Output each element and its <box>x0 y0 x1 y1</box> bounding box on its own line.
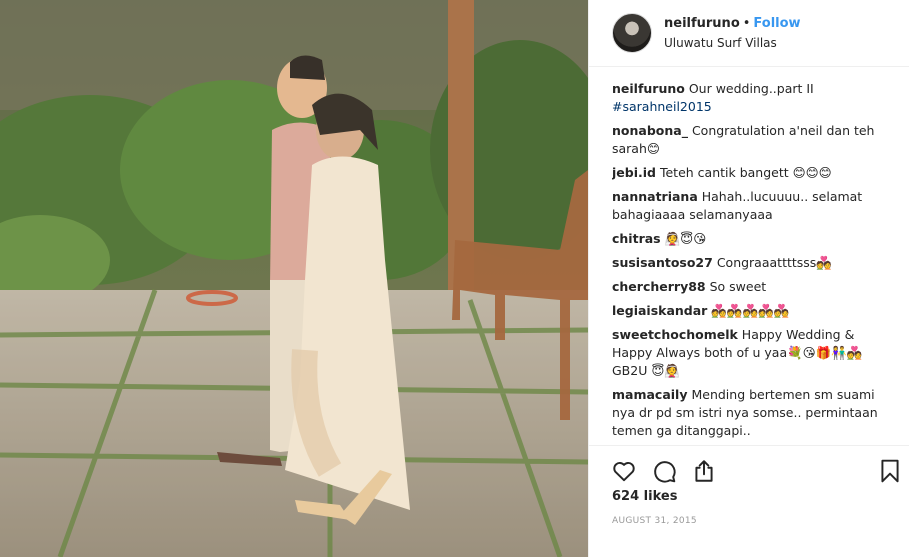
caption-text: Our wedding..part II <box>688 81 814 96</box>
action-bar <box>589 445 909 492</box>
post-photo[interactable] <box>0 0 588 557</box>
comment-username[interactable]: chitras <box>612 231 661 246</box>
header-row: neilfuruno • Follow <box>664 15 801 32</box>
post-date[interactable]: AUGUST 31, 2015 <box>612 516 697 526</box>
comment-username[interactable]: nonabona_ <box>612 123 688 138</box>
post-header: neilfuruno • Follow Uluwatu Surf Villas <box>589 0 909 67</box>
comment-username[interactable]: chercherry88 <box>612 279 706 294</box>
caption-username[interactable]: neilfuruno <box>612 81 685 96</box>
comment-item: legiaiskandar 💑💑💑💑💑 <box>612 302 897 320</box>
wedding-photo <box>0 0 588 557</box>
comment-text: Congraaattttsss💑 <box>716 255 832 270</box>
comment-username[interactable]: nannatriana <box>612 189 698 204</box>
header-info: neilfuruno • Follow Uluwatu Surf Villas <box>664 15 801 51</box>
comment-text: Teteh cantik bangett 😊😊😊 <box>659 165 832 180</box>
avatar[interactable] <box>612 13 652 53</box>
comment-username[interactable]: susisantoso27 <box>612 255 713 270</box>
comment-item: chercherry88 So sweet <box>612 278 897 296</box>
caption: neilfuruno Our wedding..part II #sarahne… <box>612 80 897 116</box>
comment-item: jebi.id Teteh cantik bangett 😊😊😊 <box>612 164 897 182</box>
comment-item: nannatriana Hahah..lucuuuu.. selamat bah… <box>612 188 897 224</box>
comment-item: nonabona_ Congratulation a'neil dan teh … <box>612 122 897 158</box>
comment-username[interactable]: jebi.id <box>612 165 656 180</box>
likes-count[interactable]: 624 likes <box>612 489 677 504</box>
author-username[interactable]: neilfuruno <box>664 16 740 31</box>
comment-item: susisantoso27 Congraaattttsss💑 <box>612 254 897 272</box>
post-sidebar: neilfuruno • Follow Uluwatu Surf Villas ne… <box>588 0 909 557</box>
comment-text: So sweet <box>709 279 767 294</box>
follow-button[interactable]: Follow <box>753 16 800 31</box>
comment-username[interactable]: legiaiskandar <box>612 303 707 318</box>
location-link[interactable]: Uluwatu Surf Villas <box>664 35 801 51</box>
comments-list[interactable]: neilfuruno Our wedding..part II #sarahne… <box>612 80 897 442</box>
bookmark-icon[interactable] <box>877 458 903 484</box>
comment-username[interactable]: sweetchochomelk <box>612 327 738 342</box>
action-icons <box>589 446 909 492</box>
comment-icon[interactable] <box>651 458 677 484</box>
hashtag-link[interactable]: #sarahneil2015 <box>612 99 712 114</box>
heart-icon[interactable] <box>611 458 637 484</box>
share-icon[interactable] <box>691 458 717 484</box>
separator-dot: • <box>742 16 751 31</box>
comment-text: 👰😇😘 <box>664 231 707 246</box>
comment-item: sweetchochomelk Happy Wedding & Happy Al… <box>612 326 897 380</box>
comment-username[interactable]: mamacaily <box>612 387 687 402</box>
comment-item: chitras 👰😇😘 <box>612 230 897 248</box>
comment-item: mamacaily Mending bertemen sm suami nya … <box>612 386 897 440</box>
comment-text: 💑💑💑💑💑 <box>711 303 790 318</box>
